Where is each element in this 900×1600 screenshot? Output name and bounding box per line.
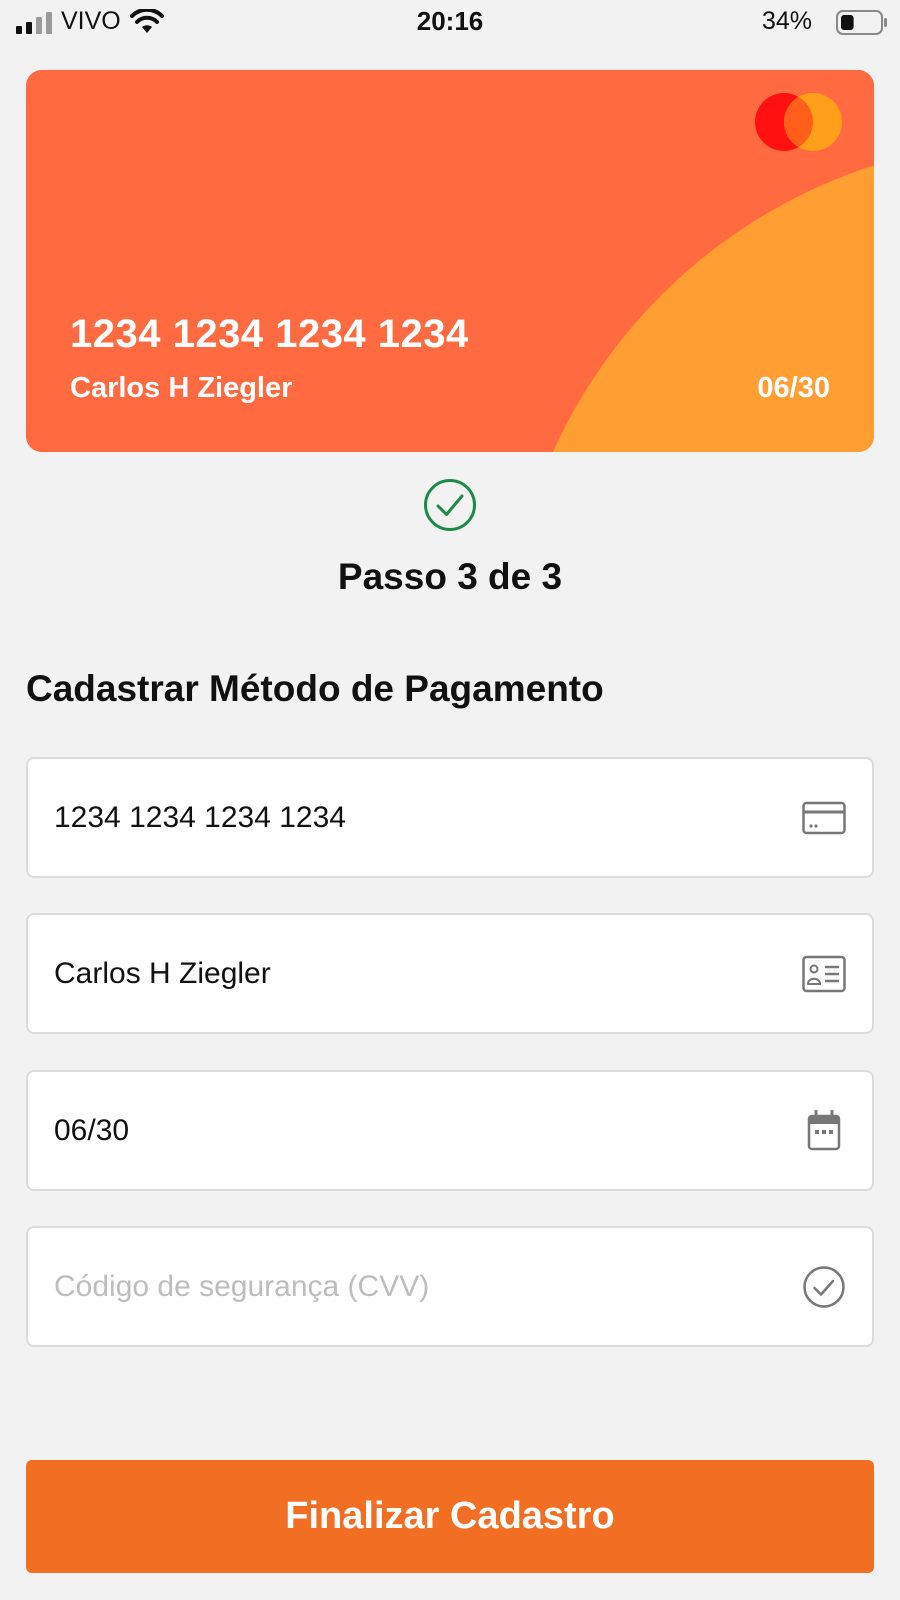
card-number-input[interactable] — [54, 759, 754, 876]
holder-name-input[interactable] — [54, 915, 754, 1032]
mastercard-logo — [755, 93, 842, 151]
calendar-icon — [807, 1110, 841, 1151]
id-card-icon — [802, 955, 846, 993]
check-circle-icon — [803, 1266, 845, 1308]
cvv-field[interactable] — [26, 1226, 874, 1347]
expiry-field[interactable] — [26, 1070, 874, 1191]
finish-registration-button[interactable]: Finalizar Cadastro — [26, 1460, 874, 1573]
battery-icon — [836, 10, 887, 35]
status-bar: VIVO 20:16 34% — [0, 0, 900, 46]
card-preview: 1234 1234 1234 1234 Carlos H Ziegler 06/… — [26, 70, 874, 452]
card-holder-preview: Carlos H Ziegler — [70, 372, 293, 404]
step-indicator: Passo 3 de 3 — [337, 556, 563, 597]
expiry-input[interactable] — [54, 1072, 754, 1189]
battery-percentage: 34% — [761, 7, 812, 35]
card-number-preview: 1234 1234 1234 1234 — [70, 312, 469, 356]
check-circle-icon — [424, 479, 476, 531]
card-number-field[interactable] — [26, 757, 874, 878]
credit-card-icon — [802, 801, 846, 835]
cvv-input[interactable] — [54, 1228, 754, 1345]
form-title: Cadastrar Método de Pagamento — [26, 668, 604, 709]
card-expiry-preview: 06/30 — [757, 372, 830, 404]
holder-name-field[interactable] — [26, 913, 874, 1034]
